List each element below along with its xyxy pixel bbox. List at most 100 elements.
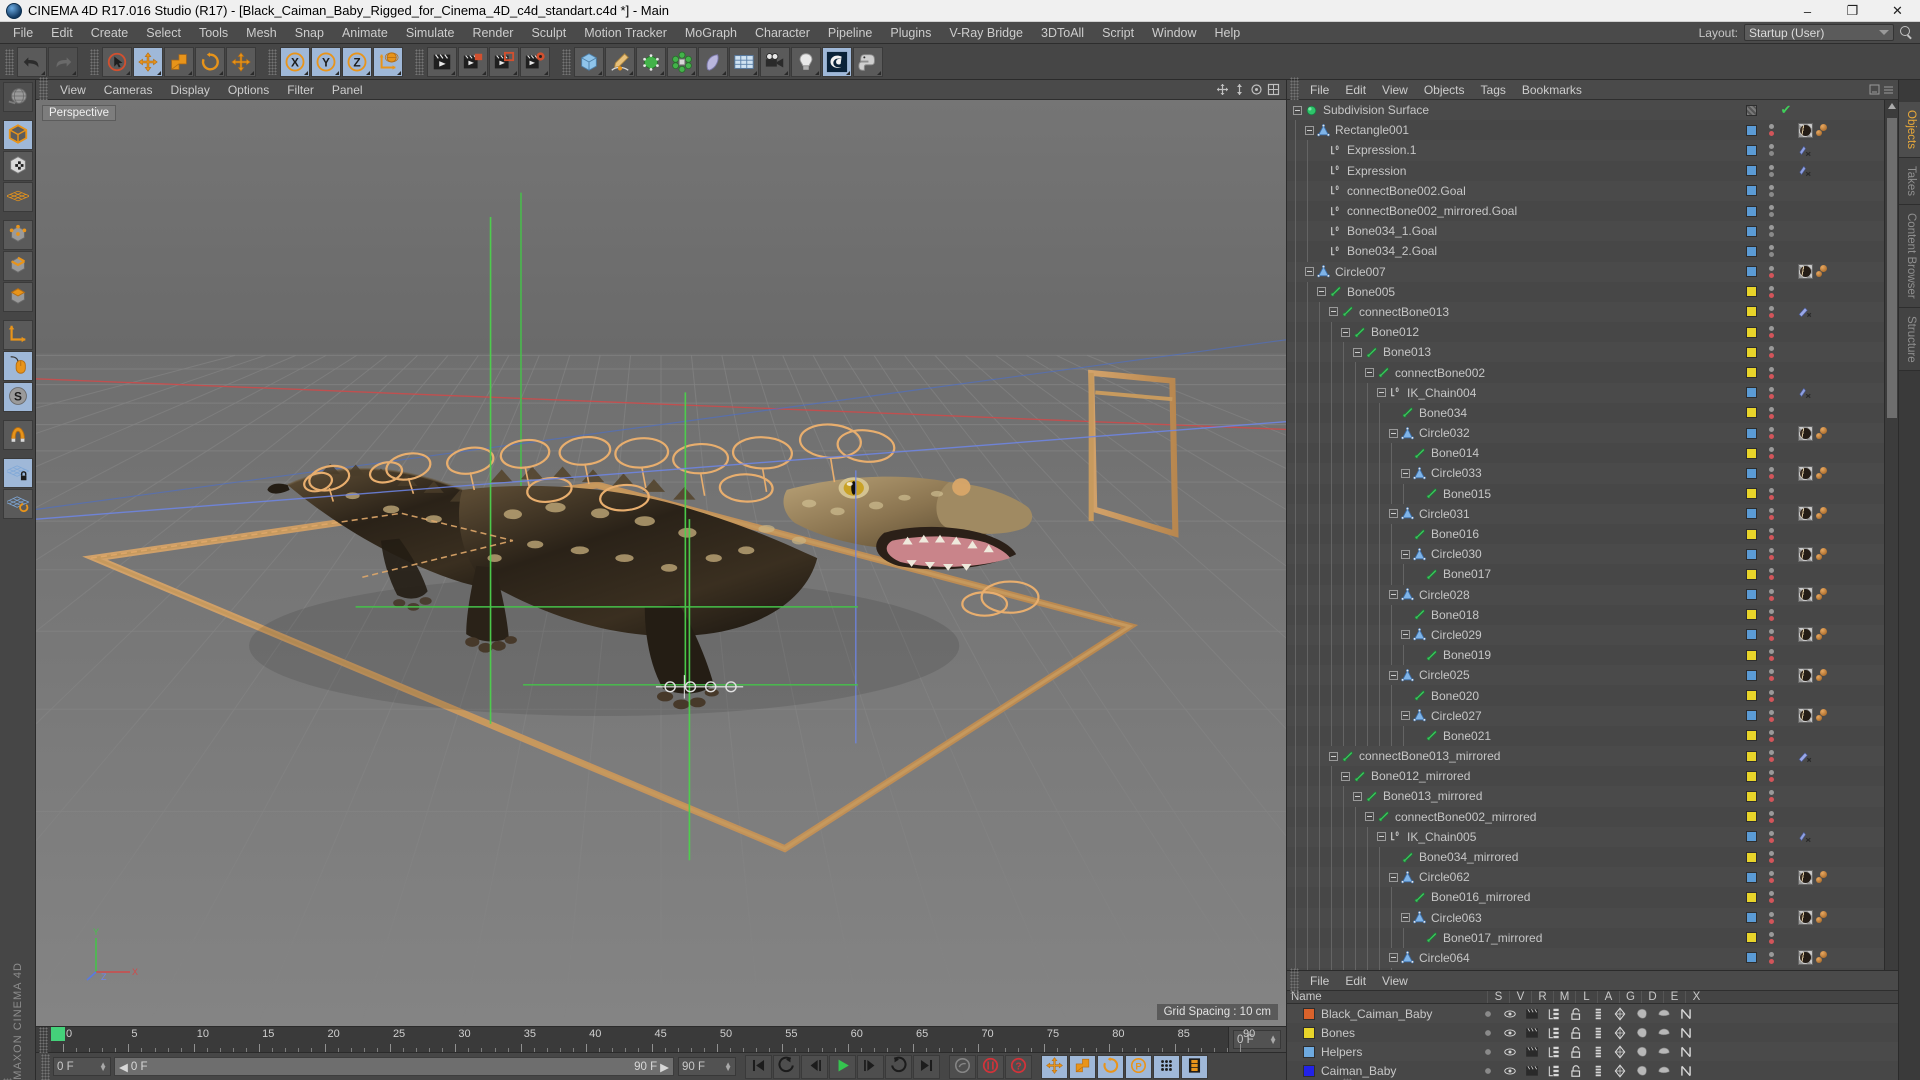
add-generator-button[interactable] (636, 46, 666, 77)
layer-generator-icon[interactable] (1609, 1044, 1631, 1059)
object-tree-row[interactable]: Circle033 (1287, 463, 1884, 484)
layer-deformer-icon[interactable] (1631, 1007, 1653, 1021)
object-visibility-column[interactable] (1738, 770, 1764, 782)
layer-menu-view[interactable]: View (1374, 972, 1416, 990)
object-visibility-column[interactable] (1738, 568, 1764, 580)
layer-deformer-icon[interactable] (1631, 1064, 1653, 1078)
expander-collapse-icon[interactable] (1377, 832, 1386, 842)
texture-tag-icon[interactable] (1816, 123, 1832, 137)
object-visibility-column[interactable] (1738, 144, 1764, 156)
previous-frame-button[interactable] (801, 1054, 828, 1079)
panel-grip-icon[interactable] (39, 1027, 48, 1053)
visibility-dots[interactable] (1764, 689, 1778, 702)
layer-solo-icon[interactable] (1477, 1026, 1499, 1040)
object-tags[interactable] (1794, 305, 1884, 318)
layer-deformer-icon[interactable] (1631, 1045, 1653, 1059)
visibility-dots[interactable] (1764, 164, 1778, 177)
layer-color-swatch[interactable] (1745, 770, 1757, 782)
layer-color-swatch[interactable] (1745, 609, 1757, 621)
layer-column-header-g[interactable]: G (1619, 991, 1641, 1003)
menu-snap[interactable]: Snap (286, 23, 333, 43)
layout-dropdown[interactable]: Startup (User) (1744, 24, 1894, 41)
range-right-arrow-icon[interactable]: ▶ (660, 1060, 669, 1074)
timeline-ruler[interactable]: 0 5 10 15 20 25 30 35 40 45 50 55 60 65 70 75 80 85 90 (51, 1027, 1255, 1052)
object-visibility-column[interactable] (1738, 790, 1764, 802)
object-tree-row[interactable]: Circle062 (1287, 867, 1884, 888)
submenu-corner-icon[interactable] (250, 70, 254, 75)
object-tree-row[interactable]: Bone012 (1287, 322, 1884, 343)
visibility-dots[interactable] (1764, 830, 1778, 843)
object-menu-file[interactable]: File (1302, 81, 1337, 99)
object-tree-row[interactable]: Circle031 (1287, 503, 1884, 524)
object-tags[interactable] (1794, 264, 1884, 280)
maximize-button[interactable]: ❐ (1830, 0, 1875, 22)
texture-tag-icon[interactable] (1816, 507, 1832, 520)
expander-collapse-icon[interactable] (1401, 913, 1410, 923)
panel-grip-icon[interactable] (1290, 76, 1299, 103)
object-visibility-column[interactable] (1738, 750, 1764, 762)
layer-color-swatch[interactable] (1745, 205, 1757, 217)
add-primitive-cube-button[interactable] (574, 46, 604, 77)
menu-pipeline[interactable]: Pipeline (819, 23, 881, 43)
add-deformer-button[interactable] (698, 46, 728, 77)
object-tree-row[interactable]: Circle063 (1287, 907, 1884, 928)
visibility-dots[interactable] (1764, 729, 1778, 742)
texture-tag-icon[interactable] (1816, 426, 1832, 440)
panel-grip-icon[interactable] (562, 48, 571, 75)
visibility-dots[interactable] (1764, 406, 1778, 419)
object-tree-row[interactable]: Bone017 (1287, 564, 1884, 585)
layer-x-icon[interactable] (1675, 1007, 1697, 1021)
layer-lock-icon[interactable] (1565, 1026, 1587, 1040)
expander-collapse-icon[interactable] (1353, 791, 1362, 801)
material-tag-icon[interactable] (1798, 506, 1813, 522)
go-to-end-button[interactable] (913, 1054, 940, 1079)
object-tree-row[interactable]: Bone034 (1287, 402, 1884, 423)
layer-color-swatch[interactable] (1745, 185, 1757, 197)
rotate-icon[interactable] (1250, 83, 1263, 96)
make-editable-button[interactable] (2, 82, 33, 112)
object-tree-row[interactable]: Bone013 (1287, 342, 1884, 363)
expander-collapse-icon[interactable] (1401, 630, 1410, 640)
layer-color-swatch[interactable] (1745, 589, 1757, 601)
visibility-dots[interactable] (1764, 750, 1778, 763)
object-tree-row[interactable]: Bone016 (1287, 523, 1884, 545)
maximize-view-icon[interactable] (1267, 83, 1280, 96)
object-visibility-column[interactable] (1738, 346, 1764, 358)
visibility-dots[interactable] (1764, 305, 1778, 318)
layer-color-swatch[interactable] (1745, 387, 1757, 399)
menu-select[interactable]: Select (137, 23, 190, 43)
object-tags[interactable] (1794, 122, 1884, 138)
object-tags[interactable] (1794, 144, 1884, 157)
snap-magnet-button[interactable] (2, 420, 33, 450)
object-visibility-column[interactable] (1738, 427, 1764, 439)
layer-manager-icon[interactable] (1543, 1045, 1565, 1059)
layer-color-swatch[interactable] (1745, 447, 1757, 459)
object-tree-row[interactable]: Bone015 (1287, 483, 1884, 504)
add-spline-button[interactable] (605, 46, 635, 77)
texture-tag-icon[interactable] (1816, 668, 1832, 682)
layer-column-header-l[interactable]: L (1575, 991, 1597, 1003)
layer-column-header-name[interactable]: Name (1287, 991, 1487, 1003)
visibility-dots[interactable] (1764, 265, 1778, 278)
layer-expression-icon[interactable] (1653, 1064, 1675, 1078)
visibility-dots[interactable] (1764, 891, 1778, 904)
object-tree-row[interactable]: Rectangle001 (1287, 120, 1884, 141)
layer-color-swatch[interactable] (1745, 467, 1757, 479)
spinner-icon[interactable]: ▲ ▼ (99, 1060, 107, 1072)
expander-collapse-icon[interactable] (1389, 670, 1398, 680)
layer-x-icon[interactable] (1675, 1045, 1697, 1059)
layer-solo-icon[interactable] (1477, 1007, 1499, 1021)
material-tag-icon[interactable] (1798, 122, 1813, 138)
close-button[interactable]: ✕ (1875, 0, 1920, 22)
layer-lock-icon[interactable] (1565, 1064, 1587, 1078)
layer-color-swatch[interactable] (1745, 367, 1757, 379)
content-browser-button[interactable] (822, 46, 852, 77)
layer-animation-icon[interactable] (1587, 1045, 1609, 1059)
object-tree-row[interactable]: 0 Expression.1 (1287, 140, 1884, 161)
current-frame-marker[interactable] (51, 1027, 65, 1041)
object-tree-row[interactable]: Bone017_mirrored (1287, 927, 1884, 948)
object-tree-row[interactable]: Bone013_mirrored (1287, 786, 1884, 807)
material-tag-icon[interactable] (1798, 910, 1813, 926)
panel-grip-icon[interactable] (39, 76, 48, 103)
texture-tag-icon[interactable] (1816, 466, 1832, 480)
